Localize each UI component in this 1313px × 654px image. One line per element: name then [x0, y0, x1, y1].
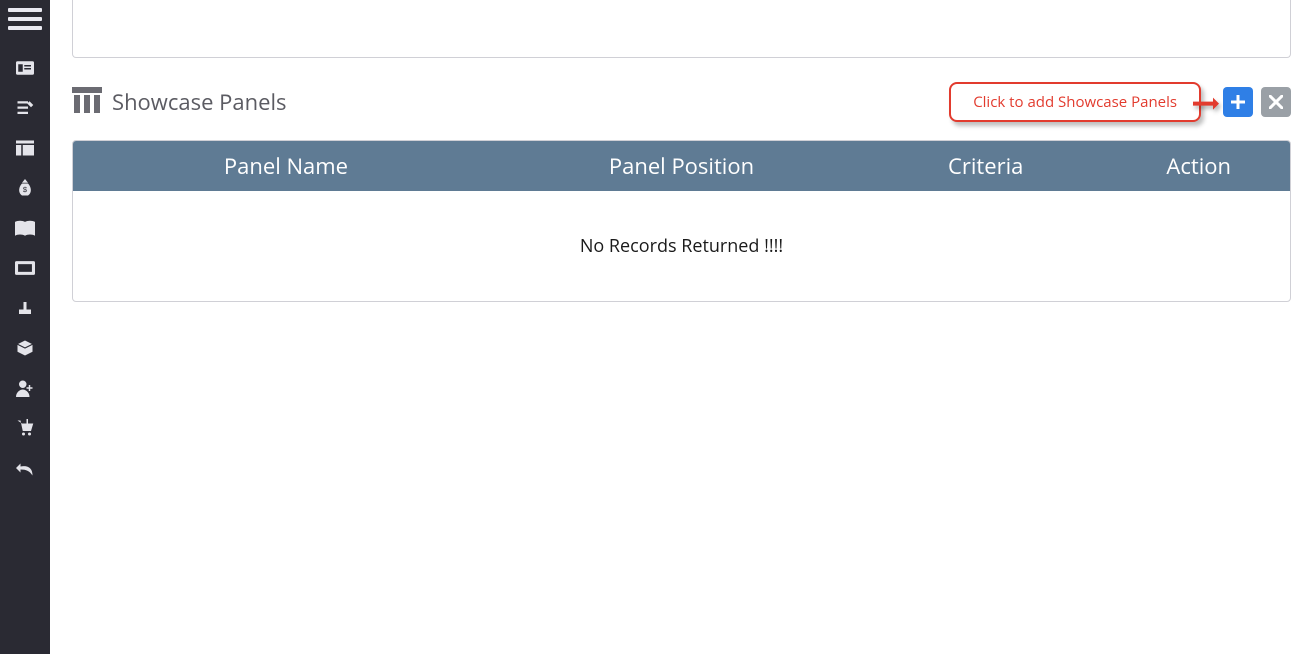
user-plus-icon	[16, 379, 34, 397]
callout-pointer-icon	[1193, 96, 1219, 112]
add-button[interactable]	[1223, 87, 1253, 117]
plus-icon	[1230, 94, 1246, 110]
panels-table: Panel Name Panel Position Criteria Actio…	[72, 140, 1291, 302]
callout-text: Click to add Showcase Panels	[973, 92, 1177, 112]
sidebar-item-card[interactable]	[0, 48, 50, 88]
undo-icon	[16, 460, 34, 476]
close-icon	[1269, 95, 1283, 109]
table-empty-state: No Records Returned !!!!	[73, 191, 1290, 301]
top-panel-placeholder	[72, 0, 1291, 58]
sidebar-item-columns[interactable]	[0, 128, 50, 168]
section-header-left: Showcase Panels	[72, 87, 287, 118]
th-panel-position: Panel Position	[499, 141, 864, 191]
th-action: Action	[1107, 141, 1290, 191]
money-bag-icon: $	[17, 179, 33, 197]
section-title: Showcase Panels	[112, 87, 287, 117]
sidebar: $	[0, 0, 50, 654]
id-card-icon	[16, 61, 34, 75]
sidebar-item-ticket[interactable]	[0, 248, 50, 288]
sidebar-item-cart[interactable]	[0, 408, 50, 448]
package-icon	[16, 339, 34, 357]
main-content: Showcase Panels Click to add Showcase Pa…	[50, 0, 1313, 654]
hamburger-icon[interactable]	[8, 8, 42, 30]
ticket-icon	[15, 261, 35, 275]
cart-down-icon	[16, 419, 34, 437]
open-book-icon	[15, 220, 35, 236]
table-header-row: Panel Name Panel Position Criteria Actio…	[73, 141, 1290, 191]
panels-icon	[72, 87, 102, 118]
sidebar-item-money[interactable]: $	[0, 168, 50, 208]
sidebar-item-undo[interactable]	[0, 448, 50, 488]
callout-add-panels: Click to add Showcase Panels	[949, 82, 1201, 122]
columns-icon	[16, 140, 34, 156]
sidebar-item-user[interactable]	[0, 368, 50, 408]
section-header: Showcase Panels Click to add Showcase Pa…	[68, 82, 1295, 122]
close-button[interactable]	[1261, 87, 1291, 117]
pencil-list-icon	[16, 99, 34, 117]
sidebar-item-edit[interactable]	[0, 88, 50, 128]
hand-up-icon	[16, 299, 34, 317]
no-records-text: No Records Returned !!!!	[580, 234, 783, 258]
section-header-right: Click to add Showcase Panels	[949, 82, 1291, 122]
th-criteria: Criteria	[864, 141, 1107, 191]
sidebar-item-book[interactable]	[0, 208, 50, 248]
sidebar-item-box[interactable]	[0, 328, 50, 368]
sidebar-item-hand[interactable]	[0, 288, 50, 328]
th-panel-name: Panel Name	[73, 141, 499, 191]
